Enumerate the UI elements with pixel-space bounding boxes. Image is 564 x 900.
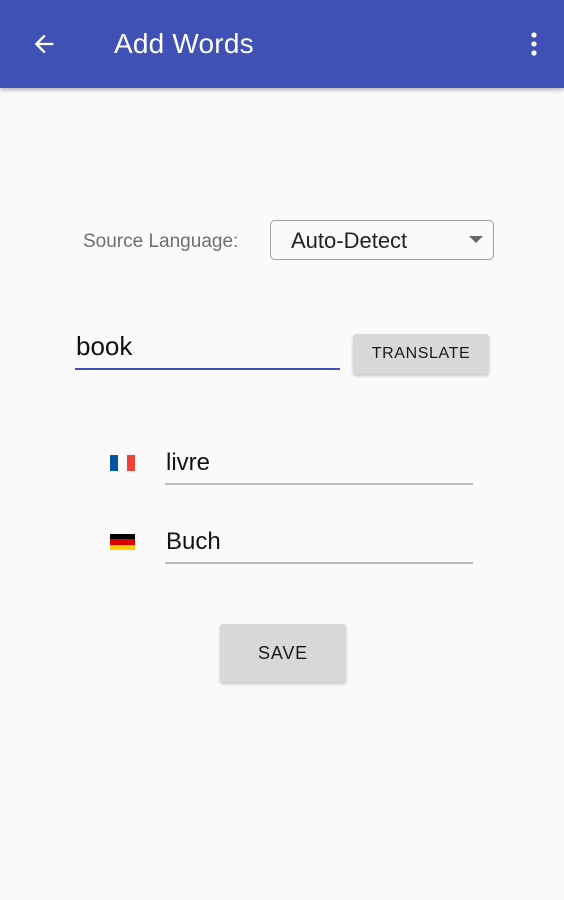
france-flag-icon [110,455,135,471]
source-language-select[interactable]: Auto-Detect [270,220,494,260]
germany-flag-icon [110,534,135,550]
source-language-label: Source Language: [83,231,239,252]
word-input[interactable] [75,328,340,370]
save-button[interactable]: SAVE [220,624,346,682]
app-bar: Add Words [0,0,564,88]
arrow-left-icon [34,34,54,54]
back-button[interactable] [22,22,66,66]
add-words-screen: Add Words Source Language: Auto-Detect T… [0,0,564,900]
german-translation-field[interactable] [165,526,473,564]
page-title: Add Words [114,28,254,59]
source-language-selected-value: Auto-Detect [291,228,408,253]
overflow-menu-button[interactable] [518,22,550,66]
more-vert-icon [531,32,537,56]
translate-button[interactable]: TRANSLATE [353,334,489,374]
french-translation-field[interactable] [165,447,473,485]
dropdown-arrow-icon [469,236,483,243]
